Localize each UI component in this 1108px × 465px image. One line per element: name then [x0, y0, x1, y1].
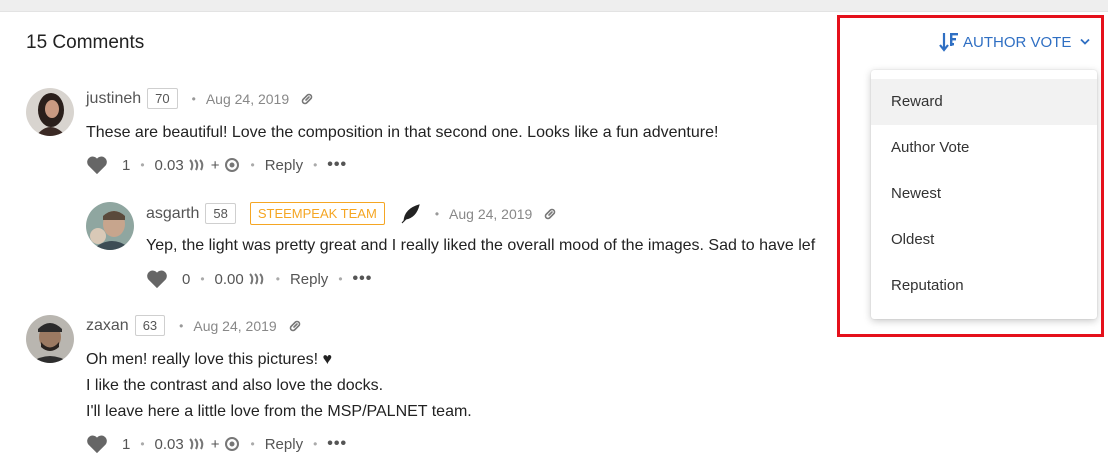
separator-dot: •: [250, 437, 255, 451]
steem-power-icon: [224, 158, 239, 172]
separator-dot: •: [140, 437, 145, 451]
more-options-button[interactable]: •••: [327, 156, 347, 174]
sort-dropdown-button[interactable]: AUTHOR VOTE: [939, 31, 1091, 53]
steem-icon: [189, 159, 204, 171]
comment-date[interactable]: Aug 24, 2019: [206, 91, 289, 107]
sort-options-menu: Reward Author Vote Newest Oldest Reputat…: [871, 70, 1097, 319]
payout-value[interactable]: 0.03: [155, 157, 184, 174]
vote-count[interactable]: 0: [182, 271, 190, 288]
sort-option-reputation[interactable]: Reputation: [871, 263, 1097, 309]
avatar[interactable]: [86, 202, 134, 250]
author-name[interactable]: justineh: [86, 90, 141, 108]
reply-button[interactable]: Reply: [265, 157, 303, 174]
separator-dot: •: [179, 318, 184, 333]
more-options-button[interactable]: •••: [327, 435, 347, 453]
comments-count-title: 15 Comments: [26, 32, 145, 53]
feather-icon: [401, 203, 420, 223]
separator-dot: •: [250, 158, 255, 172]
link-icon[interactable]: [299, 91, 315, 107]
link-icon[interactable]: [542, 206, 558, 222]
separator-dot: •: [434, 206, 440, 221]
sort-current-label: AUTHOR VOTE: [963, 33, 1072, 51]
comment-text-line: These are beautiful! Love the compositio…: [86, 124, 719, 141]
vote-count[interactable]: 1: [122, 157, 130, 174]
reply-button[interactable]: Reply: [290, 271, 328, 288]
payout-value[interactable]: 0.00: [215, 271, 244, 288]
comment-text-line: Oh men! really love this pictures! ♥: [86, 351, 333, 368]
chevron-down-icon: [1080, 38, 1090, 45]
sort-descending-icon: [939, 33, 958, 52]
author-name[interactable]: zaxan: [86, 317, 129, 335]
sort-option-oldest[interactable]: Oldest: [871, 217, 1097, 263]
separator-dot: •: [275, 272, 280, 286]
avatar[interactable]: [26, 315, 74, 363]
more-options-button[interactable]: •••: [353, 270, 373, 288]
steem-icon: [189, 438, 204, 450]
comment-text-line: I like the contrast and also love the do…: [86, 377, 384, 394]
steem-icon: [249, 273, 264, 285]
separator-dot: •: [338, 272, 343, 286]
comment-date[interactable]: Aug 24, 2019: [449, 206, 532, 222]
comment-date[interactable]: Aug 24, 2019: [193, 318, 276, 334]
sort-option-author-vote[interactable]: Author Vote: [871, 125, 1097, 171]
upvote-heart-icon[interactable]: [146, 269, 168, 289]
plus-sign: +: [210, 435, 220, 453]
reply-button[interactable]: Reply: [265, 436, 303, 453]
team-badge: STEEMPEAK TEAM: [249, 202, 385, 225]
reputation-badge: 63: [134, 315, 166, 336]
reputation-badge: 58: [205, 203, 236, 224]
separator-dot: •: [200, 272, 205, 286]
upvote-heart-icon[interactable]: [86, 434, 108, 454]
top-bar: [0, 0, 1108, 12]
author-name[interactable]: asgarth: [146, 205, 199, 223]
sort-option-newest[interactable]: Newest: [871, 171, 1097, 217]
separator-dot: •: [313, 158, 318, 172]
separator-dot: •: [313, 437, 318, 451]
separator-dot: •: [191, 91, 196, 106]
comment-text-line: Yep, the light was pretty great and I re…: [146, 237, 816, 254]
reputation-badge: 70: [147, 88, 178, 109]
sort-option-reward[interactable]: Reward: [871, 79, 1097, 125]
plus-sign: +: [210, 156, 220, 174]
separator-dot: •: [140, 158, 145, 172]
upvote-heart-icon[interactable]: [86, 155, 108, 175]
avatar[interactable]: [26, 88, 74, 136]
comment-text-line: I'll leave here a little love from the M…: [86, 403, 472, 420]
steem-power-icon: [224, 437, 239, 451]
vote-count[interactable]: 1: [122, 436, 130, 453]
payout-value[interactable]: 0.03: [155, 436, 184, 453]
link-icon[interactable]: [287, 318, 303, 334]
